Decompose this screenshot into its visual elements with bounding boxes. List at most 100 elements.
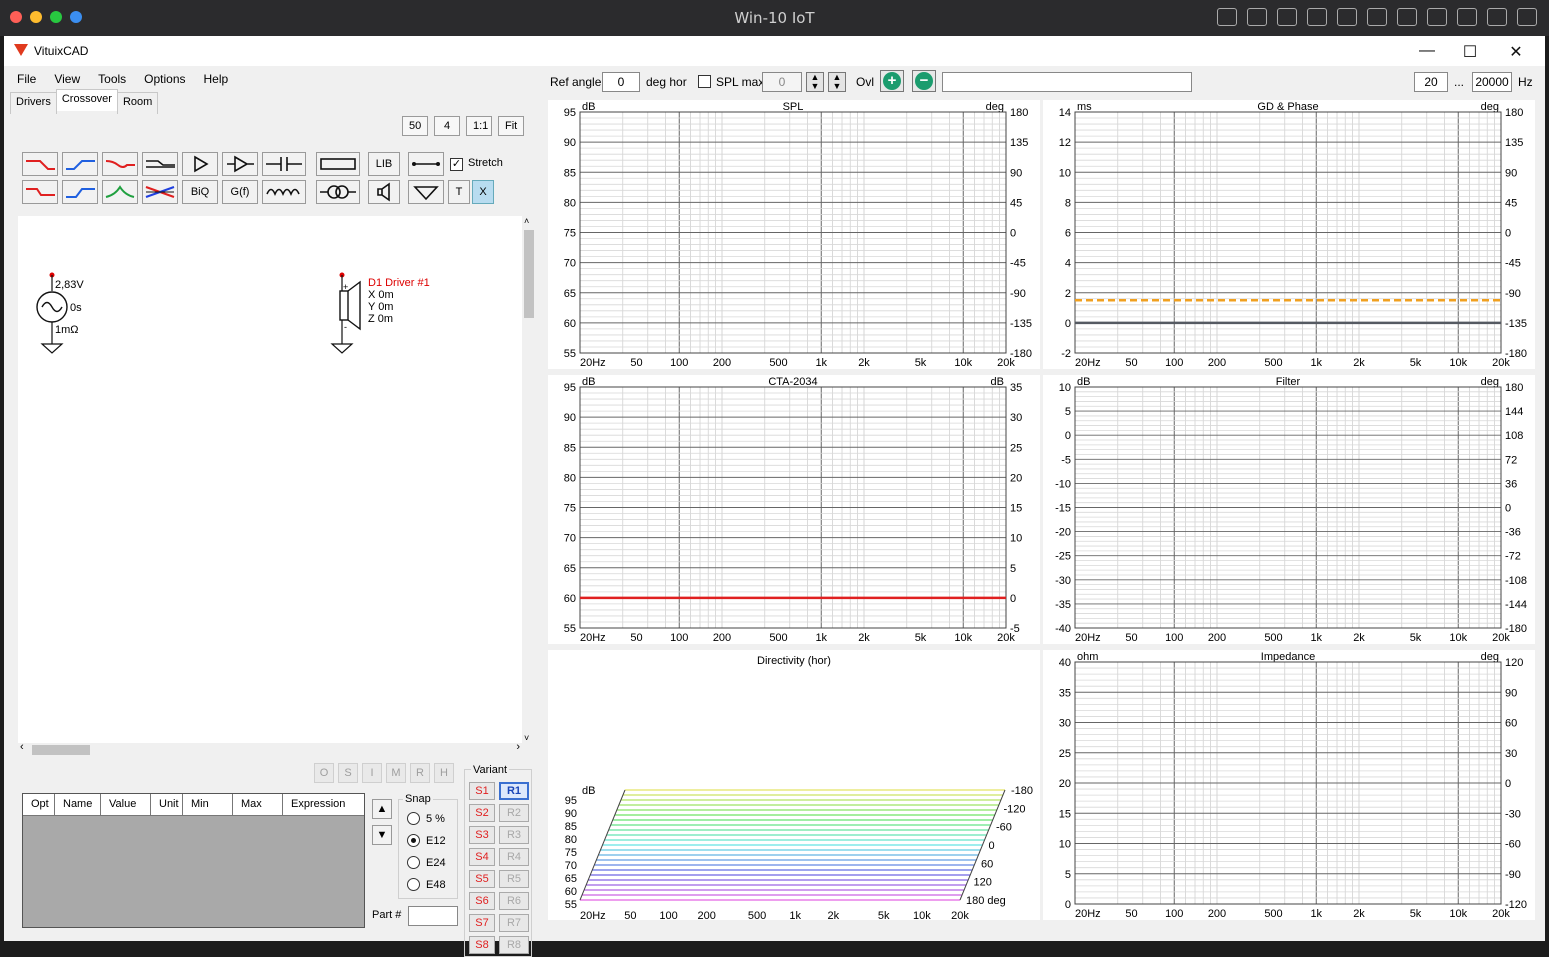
variant-r1[interactable]: R1 (499, 782, 529, 800)
canvas-hscroll[interactable]: ‹ › (18, 741, 522, 757)
add-overlay-button[interactable]: + (880, 70, 904, 92)
maximize-icon[interactable]: ☐ (1460, 42, 1480, 62)
shelf-tool[interactable] (142, 152, 178, 176)
allpass-tool[interactable] (102, 152, 138, 176)
vscroll-thumb[interactable] (524, 230, 534, 318)
spl-chart[interactable]: SPL dB deg 95 90 85 80 75 70 65 60 55 180 135 90 45 0 -45… (548, 100, 1040, 369)
part-input[interactable] (408, 906, 458, 926)
menu-file[interactable]: File (8, 70, 45, 88)
resistor-tool[interactable] (316, 152, 360, 176)
snap-e48-radio[interactable]: E48 (407, 878, 446, 891)
freq-min-input[interactable]: 20 (1414, 72, 1448, 92)
variant-s4[interactable]: S4 (469, 848, 495, 866)
cpu-icon[interactable] (1247, 8, 1267, 26)
variant-s5[interactable]: S5 (469, 870, 495, 888)
move-up-button[interactable]: ▲ (372, 799, 392, 819)
stretch-checkbox[interactable]: ✓ (450, 158, 463, 171)
close-icon[interactable]: ✕ (1506, 42, 1526, 62)
menu-help[interactable]: Help (195, 70, 238, 88)
window-icon[interactable] (1517, 8, 1537, 26)
drive-icon[interactable] (1427, 8, 1447, 26)
zoom-50-button[interactable]: 50 (402, 116, 428, 136)
menu-options[interactable]: Options (135, 70, 194, 88)
spl-max-checkbox[interactable] (698, 75, 711, 88)
zoom-fit-button[interactable]: Fit (498, 116, 524, 136)
lowpass-2-tool[interactable] (22, 180, 58, 204)
bandpass-tool[interactable] (102, 180, 138, 204)
amplifier-tool[interactable] (182, 152, 218, 176)
highpass-tool[interactable] (62, 152, 98, 176)
lib-tool[interactable]: LIB (368, 152, 400, 176)
zoom-4-button[interactable]: 4 (434, 116, 460, 136)
variant-r6[interactable]: R6 (499, 892, 529, 910)
tab-drivers[interactable]: Drivers (10, 92, 57, 114)
spl-max-input[interactable]: 0 (762, 72, 802, 92)
impedance-chart[interactable]: Impedance ohm deg 40 35 30 25 20 15 10 5 0 120 90 60 30… (1043, 650, 1535, 920)
zoom-1to1-button[interactable]: 1:1 (466, 116, 492, 136)
lowpass-tool[interactable] (22, 152, 58, 176)
variant-s3[interactable]: S3 (469, 826, 495, 844)
ref-angle-input[interactable]: 0 (602, 72, 640, 92)
parameter-table[interactable]: Opt Name Value Unit Min Max Expression (22, 793, 365, 928)
keyboard-icon[interactable] (1217, 8, 1237, 26)
buffer-tool[interactable] (222, 152, 258, 176)
driver-tool[interactable] (368, 180, 400, 204)
spin-extreme-icon[interactable]: ▲ ▼ (828, 72, 846, 92)
move-down-button[interactable]: ▼ (372, 825, 392, 845)
menu-tools[interactable]: Tools (89, 70, 135, 88)
variant-s1[interactable]: S1 (469, 782, 495, 800)
driver-label[interactable]: D1 Driver #1 (368, 277, 430, 289)
filter-chart[interactable]: Filter dB deg 10 5 0 -5 -10 -15 -20 -25 -30 -35 -40 18… (1043, 375, 1535, 644)
delete-tool[interactable]: X (472, 180, 494, 204)
biquad-tool[interactable]: BiQ (182, 180, 218, 204)
capacitor-tool[interactable] (262, 152, 306, 176)
variant-s8[interactable]: S8 (469, 936, 495, 954)
camera-icon[interactable] (1457, 8, 1477, 26)
text-tool[interactable]: T (448, 180, 470, 204)
disc-icon[interactable] (1307, 8, 1327, 26)
variant-r3[interactable]: R3 (499, 826, 529, 844)
scroll-up-icon[interactable]: ˄ (524, 216, 529, 226)
variant-r5[interactable]: R5 (499, 870, 529, 888)
minimize-icon[interactable]: — (1417, 42, 1437, 60)
cta-2034-chart[interactable]: CTA-2034 dB dB 95 90 85 80 75 70 65 60 55 35 30 25 20 15… (548, 375, 1040, 644)
scroll-left-icon[interactable]: ‹ (20, 741, 24, 753)
speaker-icon[interactable] (1367, 8, 1387, 26)
snap-e12-radio[interactable]: E12 (407, 834, 446, 847)
directivity-chart[interactable]: Directivity (hor) dB 95 90 85 80 75 70 65 60 55 -18… (548, 650, 1040, 922)
wire-tool[interactable] (408, 152, 444, 176)
snap-5-radio[interactable]: 5 % (407, 812, 445, 825)
remove-overlay-button[interactable]: − (912, 70, 936, 92)
spin-updown-icon[interactable]: ▲ ▼ (806, 72, 824, 92)
tab-room[interactable]: Room (116, 92, 159, 114)
canvas-vscroll[interactable]: ˄ ˅ (522, 216, 536, 743)
share-icon[interactable] (1487, 8, 1507, 26)
opt-r-button[interactable]: R (410, 763, 430, 783)
usb-icon[interactable] (1277, 8, 1297, 26)
scroll-down-icon[interactable]: ˅ (524, 733, 529, 743)
transformer-tool[interactable] (316, 180, 360, 204)
variant-s7[interactable]: S7 (469, 914, 495, 932)
tab-crossover[interactable]: Crossover (55, 89, 118, 111)
menu-view[interactable]: View (45, 70, 89, 88)
variant-s6[interactable]: S6 (469, 892, 495, 910)
snap-e24-radio[interactable]: E24 (407, 856, 446, 869)
opt-m-button[interactable]: M (386, 763, 406, 783)
notch-tool[interactable] (142, 180, 178, 204)
opt-o-button[interactable]: O (314, 763, 334, 783)
scroll-right-icon[interactable]: › (516, 741, 520, 753)
microphone-icon[interactable] (1397, 8, 1417, 26)
variant-r8[interactable]: R8 (499, 936, 529, 954)
variant-r2[interactable]: R2 (499, 804, 529, 822)
hscroll-thumb[interactable] (32, 745, 90, 755)
ground-tool[interactable] (408, 180, 444, 204)
globe-icon[interactable] (1337, 8, 1357, 26)
opt-h-button[interactable]: H (434, 763, 454, 783)
opt-s-button[interactable]: S (338, 763, 358, 783)
variant-r7[interactable]: R7 (499, 914, 529, 932)
variant-s2[interactable]: S2 (469, 804, 495, 822)
opt-i-button[interactable]: I (362, 763, 382, 783)
overlay-input[interactable] (942, 72, 1192, 92)
variant-r4[interactable]: R4 (499, 848, 529, 866)
freq-max-input[interactable]: 20000 (1472, 72, 1512, 92)
